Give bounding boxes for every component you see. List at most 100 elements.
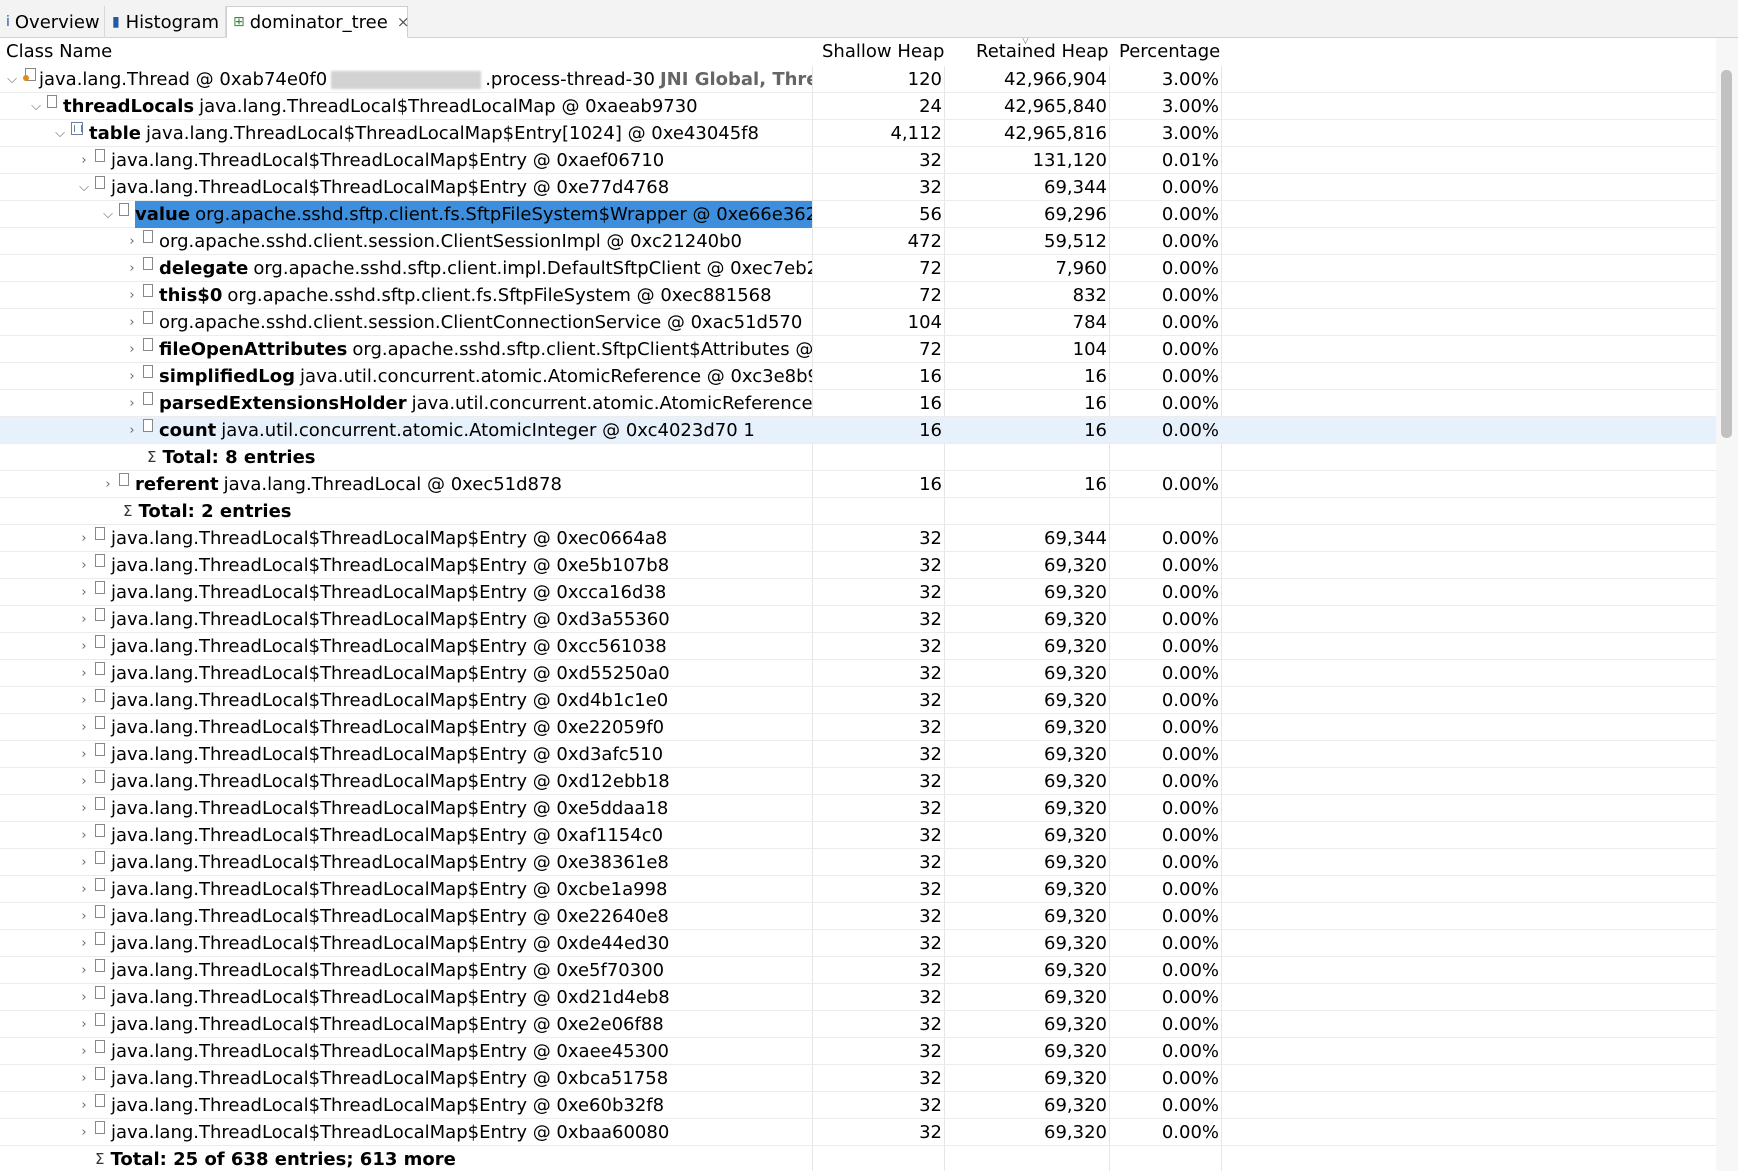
collapse-chevron-icon[interactable]: ⌵ [77, 174, 91, 201]
row-label: java.lang.ThreadLocal$ThreadLocalMap$Ent… [111, 1038, 669, 1065]
table-row[interactable]: › java.lang.ThreadLocal$ThreadLocalMap$En… [0, 930, 1716, 957]
collapse-chevron-icon[interactable]: ⌵ [29, 93, 43, 120]
expand-chevron-icon[interactable]: › [77, 1065, 91, 1092]
table-row[interactable]: Σ Total: 2 entries [0, 498, 1716, 525]
table-row[interactable]: › java.lang.ThreadLocal$ThreadLocalMap$En… [0, 849, 1716, 876]
expand-chevron-icon[interactable]: › [77, 822, 91, 849]
expand-chevron-icon[interactable]: › [77, 849, 91, 876]
expand-chevron-icon[interactable]: › [77, 1011, 91, 1038]
shallow-heap-cell: 104 [907, 312, 942, 333]
column-header-class-name[interactable]: Class Name [6, 38, 112, 66]
expand-chevron-icon[interactable]: › [77, 633, 91, 660]
expand-chevron-icon[interactable]: › [77, 957, 91, 984]
expand-chevron-icon[interactable]: › [125, 255, 139, 282]
table-row[interactable]: › referent java.lang.ThreadLocal @ 0xec51d… [0, 471, 1716, 498]
table-row[interactable]: › java.lang.ThreadLocal$ThreadLocalMap$En… [0, 1119, 1716, 1146]
close-icon[interactable]: × [397, 13, 410, 31]
expand-chevron-icon[interactable]: › [77, 552, 91, 579]
collapse-chevron-icon[interactable]: ⌵ [5, 66, 19, 93]
expand-chevron-icon[interactable]: › [77, 795, 91, 822]
table-row[interactable]: › delegate org.apache.sshd.sftp.client.imp… [0, 255, 1716, 282]
expand-chevron-icon[interactable]: › [77, 525, 91, 552]
table-row[interactable]: › java.lang.ThreadLocal$ThreadLocalMap$En… [0, 1038, 1716, 1065]
expand-chevron-icon[interactable]: › [101, 471, 115, 498]
sum-icon: Σ [123, 502, 133, 520]
table-row[interactable]: Σ Total: 25 of 638 entries; 613 more [0, 1146, 1716, 1171]
table-row[interactable]: › java.lang.ThreadLocal$ThreadLocalMap$En… [0, 876, 1716, 903]
object-label: java.lang.ThreadLocal$ThreadLocalMap$Ent… [111, 1095, 665, 1116]
collapse-chevron-icon[interactable]: ⌵ [101, 201, 115, 228]
expand-chevron-icon[interactable]: › [125, 417, 139, 444]
table-row[interactable]: › java.lang.ThreadLocal$ThreadLocalMap$En… [0, 552, 1716, 579]
expand-chevron-icon[interactable]: › [77, 741, 91, 768]
table-row[interactable]: › java.lang.ThreadLocal$ThreadLocalMap$En… [0, 660, 1716, 687]
tab-dominator-tree[interactable]: ⊞ dominator_tree × [226, 6, 410, 38]
expand-chevron-icon[interactable]: › [125, 363, 139, 390]
table-row[interactable]: › count java.util.concurrent.atomic.Atomic… [0, 417, 1716, 444]
scrollbar-thumb[interactable] [1721, 70, 1732, 438]
column-header-retained-heap[interactable]: Retained Heap [976, 38, 1109, 66]
table-row[interactable]: › this$0 org.apache.sshd.sftp.client.fs.Sf… [0, 282, 1716, 309]
expand-chevron-icon[interactable]: › [125, 390, 139, 417]
table-row[interactable]: › java.lang.ThreadLocal$ThreadLocalMap$En… [0, 822, 1716, 849]
shallow-heap-cell: 32 [919, 960, 942, 981]
expand-chevron-icon[interactable]: › [77, 660, 91, 687]
table-row[interactable]: › simplifiedLog java.util.concurrent.atomi… [0, 363, 1716, 390]
expand-chevron-icon[interactable]: › [125, 309, 139, 336]
row-label: Total: 25 of 638 entries; 613 more [110, 1146, 455, 1171]
table-row[interactable]: › java.lang.ThreadLocal$ThreadLocalMap$En… [0, 525, 1716, 552]
expand-chevron-icon[interactable]: › [77, 714, 91, 741]
table-row[interactable]: › org.apache.sshd.client.session.ClientSe… [0, 228, 1716, 255]
shallow-heap-cell: 32 [919, 933, 942, 954]
table-row[interactable]: ⌵ table java.lang.ThreadLocal$ThreadLocalM… [0, 120, 1716, 147]
vertical-scrollbar[interactable] [1716, 38, 1738, 1171]
collapse-chevron-icon[interactable]: ⌵ [53, 120, 67, 147]
table-row[interactable]: › java.lang.ThreadLocal$ThreadLocalMap$En… [0, 1011, 1716, 1038]
expand-chevron-icon[interactable]: › [77, 768, 91, 795]
expand-chevron-icon[interactable]: › [77, 1038, 91, 1065]
expand-chevron-icon[interactable]: › [125, 282, 139, 309]
class-name-cell: java.lang.ThreadLocal$ThreadLocalMap$Ent… [95, 876, 667, 903]
expand-chevron-icon[interactable]: › [77, 876, 91, 903]
expand-chevron-icon[interactable]: › [77, 606, 91, 633]
percentage-cell: 0.00% [1161, 366, 1219, 387]
expand-chevron-icon[interactable]: › [77, 147, 91, 174]
expand-chevron-icon[interactable]: › [77, 984, 91, 1011]
expand-chevron-icon[interactable]: › [77, 687, 91, 714]
tab-overview[interactable]: i Overview [0, 6, 105, 38]
expand-chevron-icon[interactable]: › [77, 1119, 91, 1146]
table-row[interactable]: ⌵ threadLocals java.lang.ThreadLocal$Threa… [0, 93, 1716, 120]
table-row[interactable]: › java.lang.ThreadLocal$ThreadLocalMap$En… [0, 606, 1716, 633]
table-row[interactable]: › java.lang.ThreadLocal$ThreadLocalMap$En… [0, 579, 1716, 606]
table-row[interactable]: › java.lang.ThreadLocal$ThreadLocalMap$En… [0, 1092, 1716, 1119]
editor-tab-bar: i Overview ▮ Histogram ⊞ dominator_tree … [0, 0, 1738, 38]
table-row[interactable]: › fileOpenAttributes org.apache.sshd.sftp.… [0, 336, 1716, 363]
expand-chevron-icon[interactable]: › [77, 930, 91, 957]
table-row[interactable]: ⌵ java.lang.ThreadLocal$ThreadLocalMap$En… [0, 174, 1716, 201]
column-header-shallow-heap[interactable]: Shallow Heap [822, 38, 944, 66]
expand-chevron-icon[interactable]: › [125, 228, 139, 255]
expand-chevron-icon[interactable]: › [125, 336, 139, 363]
table-row[interactable]: › java.lang.ThreadLocal$ThreadLocalMap$En… [0, 795, 1716, 822]
table-row[interactable]: › java.lang.ThreadLocal$ThreadLocalMap$En… [0, 741, 1716, 768]
table-row[interactable]: › java.lang.ThreadLocal$ThreadLocalMap$En… [0, 633, 1716, 660]
table-row[interactable]: › java.lang.ThreadLocal$ThreadLocalMap$En… [0, 147, 1716, 174]
table-row[interactable]: › java.lang.ThreadLocal$ThreadLocalMap$En… [0, 1065, 1716, 1092]
tab-histogram[interactable]: ▮ Histogram [105, 6, 226, 38]
table-row[interactable]: › java.lang.ThreadLocal$ThreadLocalMap$En… [0, 903, 1716, 930]
table-row[interactable]: › java.lang.ThreadLocal$ThreadLocalMap$En… [0, 714, 1716, 741]
expand-chevron-icon[interactable]: › [77, 579, 91, 606]
column-header-percentage[interactable]: Percentage [1119, 38, 1220, 66]
table-row[interactable]: › java.lang.ThreadLocal$ThreadLocalMap$En… [0, 687, 1716, 714]
expand-chevron-icon[interactable]: › [77, 903, 91, 930]
table-row[interactable]: ⌵ java.lang.Thread @ 0xab74e0f0 .process-t… [0, 66, 1716, 93]
table-row[interactable]: ⌵ value org.apache.sshd.sftp.client.fs.Sft… [0, 201, 1716, 228]
table-row[interactable]: › parsedExtensionsHolder java.util.concurr… [0, 390, 1716, 417]
table-row[interactable]: › org.apache.sshd.client.session.ClientCo… [0, 309, 1716, 336]
table-row[interactable]: › java.lang.ThreadLocal$ThreadLocalMap$En… [0, 984, 1716, 1011]
table-row[interactable]: › java.lang.ThreadLocal$ThreadLocalMap$En… [0, 957, 1716, 984]
expand-chevron-icon[interactable]: › [77, 1092, 91, 1119]
class-name-cell: referent java.lang.ThreadLocal @ 0xec51d8… [119, 471, 562, 498]
table-row[interactable]: Σ Total: 8 entries [0, 444, 1716, 471]
table-row[interactable]: › java.lang.ThreadLocal$ThreadLocalMap$En… [0, 768, 1716, 795]
